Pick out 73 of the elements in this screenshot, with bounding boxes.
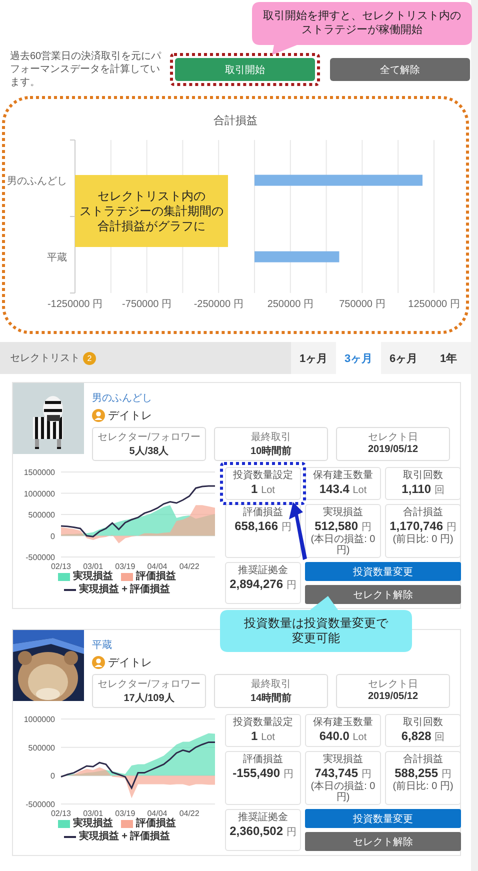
- start-trading-button[interactable]: 取引開始: [175, 58, 315, 81]
- axis-label: -500000: [26, 553, 55, 562]
- trade-style: デイトレ: [108, 409, 152, 423]
- clear-all-button[interactable]: 全て解除: [330, 58, 470, 81]
- axis-label: 750000 円: [339, 299, 386, 310]
- trade-style: デイトレ: [108, 656, 152, 670]
- deselect-button[interactable]: セレクト解除: [305, 832, 461, 851]
- change-quantity-button[interactable]: 投資数量変更: [305, 809, 461, 828]
- period-tab[interactable]: 6ヶ月: [381, 342, 426, 374]
- callout: セレクトリスト内の ストラテジーの集計期間の 合計損益がグラフに: [75, 175, 228, 247]
- legend-item: 実現損益 + 評価損益: [64, 584, 170, 596]
- period-tab[interactable]: 3ヶ月: [336, 342, 381, 374]
- axis-label: 500000: [28, 510, 55, 520]
- stat-box: 実現損益 743,745 円 (本日の損益: 0 円): [305, 751, 381, 805]
- axis-label: 03/19: [115, 809, 136, 818]
- axis-label: 02/13: [50, 809, 72, 818]
- stat-box: 実現損益 512,580 円 (本日の損益: 0 円): [305, 504, 381, 558]
- info-box: 最終取引 10時間前: [214, 427, 328, 461]
- stat-box: 取引回数 6,828 回: [385, 714, 461, 747]
- stat-box: 評価損益 -155,490 円: [225, 751, 301, 805]
- axis-label: 250000 円: [267, 299, 314, 310]
- info-box: セレクト日 2019/05/12: [336, 674, 450, 708]
- axis-label: 03/19: [115, 562, 136, 571]
- axis-label: 1000000: [24, 489, 55, 498]
- axis-label: 0: [50, 772, 55, 781]
- legend-item: 実現損益: [58, 571, 113, 583]
- axis-label: 03/01: [83, 562, 104, 571]
- axis-label: 0: [50, 532, 55, 541]
- axis-label: 04/22: [179, 809, 200, 818]
- legend-item: 評価損益: [121, 571, 176, 583]
- legend-item: 実現損益 + 評価損益: [64, 831, 170, 843]
- strategy-name[interactable]: 平蔵: [92, 638, 112, 652]
- stat-box: 合計損益 1,170,746 円 (前日比: 0 円): [385, 504, 461, 558]
- user-icon: [92, 656, 105, 669]
- axis-label: 04/22: [179, 562, 200, 571]
- info-box: 最終取引 14時間前: [214, 674, 328, 708]
- count-badge: 2: [83, 352, 96, 364]
- stat-box: 保有建玉数量 640.0 Lot: [305, 714, 381, 747]
- axis-label: -500000: [26, 800, 55, 809]
- axis-label: 500000: [28, 743, 55, 752]
- axis-label: 02/13: [50, 562, 72, 571]
- stat-box: 推奨証拠金 2,894,276 円: [225, 562, 301, 604]
- stat-box: 投資数量設定 1 Lot: [225, 714, 301, 747]
- axis-label: 1500000: [24, 468, 55, 477]
- category-label: 平蔵: [47, 252, 67, 264]
- period-tab[interactable]: 1年: [426, 342, 471, 374]
- axis-label: -750000 円: [122, 299, 172, 310]
- description-text: 過去60営業日の決済取引を元にパフォーマンスデータを計算しています。: [10, 50, 162, 89]
- callout: 取引開始を押すと、セレクトリスト内の ストラテジーが稼働開始: [252, 2, 472, 55]
- axis-label: -1250000 円: [47, 299, 103, 310]
- axis-label: 1250000 円: [408, 299, 460, 310]
- legend-item: 実現損益: [58, 818, 113, 830]
- stat-box: 推奨証拠金 2,360,502 円: [225, 809, 301, 851]
- info-box: セレクト日 2019/05/12: [336, 427, 450, 461]
- change-quantity-button[interactable]: 投資数量変更: [305, 562, 461, 581]
- chart-title: 合計損益: [212, 114, 258, 128]
- category-label: 男のふんどし: [7, 176, 67, 187]
- period-tab[interactable]: 1ヶ月: [291, 342, 336, 374]
- axis-label: 1000000: [24, 715, 55, 724]
- axis-label: 03/01: [83, 809, 104, 818]
- stat-box: 投資数量設定 1 Lot: [225, 467, 301, 500]
- stat-box: 合計損益 588,255 円 (前日比: 0 円): [385, 751, 461, 805]
- stat-box: 保有建玉数量 143.4 Lot: [305, 467, 381, 500]
- stat-box: 取引回数 1,110 回: [385, 467, 461, 500]
- section-title: セレクトリスト: [10, 352, 80, 365]
- axis-label: -250000 円: [194, 299, 244, 310]
- strategy-name[interactable]: 男のふんどし: [92, 391, 152, 405]
- user-icon: [92, 409, 105, 422]
- info-box: セレクター/フォロワー 5人/38人: [92, 427, 206, 461]
- axis-label: 04/04: [147, 809, 168, 818]
- info-box: セレクター/フォロワー 17人/109人: [92, 674, 206, 708]
- legend-item: 評価損益: [121, 818, 176, 830]
- axis-label: 04/04: [147, 562, 168, 571]
